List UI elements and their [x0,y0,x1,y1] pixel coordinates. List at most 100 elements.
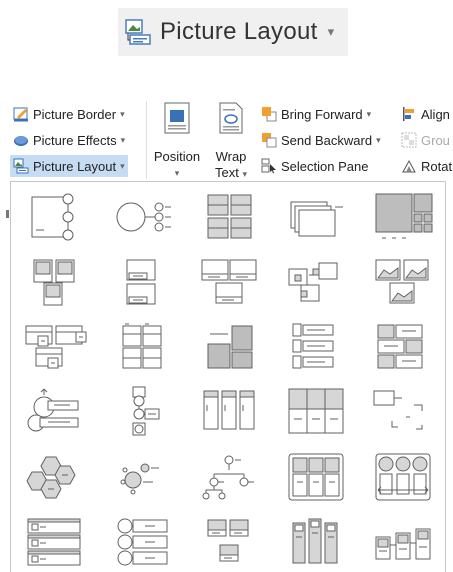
picture-accent-list-icon [132,386,159,435]
layout-option-bending-picture-semi-transparent-text[interactable] [359,249,446,314]
title-picture-blocks-icon [288,453,343,500]
picture-layout-icon [13,158,29,174]
chevron-down-icon: ▾ [120,134,126,145]
layout-option-circle-picture-hierarchy[interactable] [98,444,185,509]
picture-effects-label: Picture Effects [33,132,117,148]
bring-forward-button[interactable]: Bring Forward ▾ [258,103,374,125]
layout-option-picture-accent-process[interactable] [11,379,98,444]
circular-picture-callout-icon [116,202,171,231]
layout-option-hierarchy-pictures[interactable] [185,444,272,509]
layout-option-circular-picture-callout[interactable] [98,184,185,249]
circle-picture-hierarchy-icon [120,463,159,494]
picture-border-label: Picture Border [33,106,117,122]
layout-option-accented-picture[interactable] [11,249,98,314]
align-icon [403,107,414,121]
layout-option-picture-frame[interactable] [98,314,185,379]
rotate-label: Rotat [421,158,453,174]
layout-option-picture-accent-blocks[interactable] [272,509,359,572]
wrap-text-button[interactable]: Wrap Text ▾ [210,101,252,182]
wrap-text-second-line: Text ▾ [215,165,247,182]
picture-lineup-icon [375,193,432,238]
picture-effects-icon [14,136,28,146]
layout-option-hexagon-cluster[interactable] [11,444,98,509]
picture-caption-list-icon [25,325,86,368]
group-button[interactable]: Grou [398,129,453,151]
picture-layout-icon [125,19,151,45]
layout-option-framed-text-picture[interactable] [185,314,272,379]
picture-layout-banner[interactable]: Picture Layout ▾ [118,8,348,56]
alternating-picture-blocks-icon [377,324,422,368]
pencil-border-icon [13,107,28,122]
layout-option-bending-picture-caption[interactable] [185,249,272,314]
layout-option-vertical-picture-list[interactable] [272,314,359,379]
bending-picture-blocks-icon [288,262,337,301]
accented-picture-icon [33,259,74,305]
picture-border-button[interactable]: Picture Border ▾ [10,103,128,125]
layout-option-bending-picture-accent-list[interactable] [11,184,98,249]
layout-option-picture-strips[interactable] [359,444,446,509]
layout-option-bending-picture-blocks[interactable] [272,249,359,314]
group-icon [401,132,417,148]
format-ribbon: Picture Border ▾ Picture Effects ▾ Pictu… [0,97,453,181]
wrap-text-icon [219,102,243,134]
layout-option-ascending-picture-accent[interactable] [185,509,272,572]
hierarchy-pictures-icon [202,455,254,499]
vertical-picture-list-icon [292,323,333,368]
position-label: Position [153,149,201,164]
position-icon [164,102,190,134]
bending-picture-caption-icon [201,259,256,303]
layout-option-vertical-picture-accent-list[interactable] [185,379,272,444]
picture-strips-icon [375,453,430,500]
ascending-picture-accent-icon [207,519,248,561]
align-button[interactable]: Align [398,103,453,125]
layout-option-phased-process[interactable] [359,509,446,572]
title-picture-lineup-icon [288,388,343,433]
group-label: Grou [421,132,450,148]
send-backward-button[interactable]: Send Backward ▾ [258,129,384,151]
ribbon-separator [146,101,147,179]
chevron-down-icon: ▾ [120,108,125,119]
layout-option-picture-caption-list[interactable] [11,314,98,379]
layout-option-title-picture-blocks[interactable] [272,444,359,509]
chevron-down-icon: ▾ [376,134,381,145]
selection-pane-button[interactable]: Selection Pane [258,155,371,177]
chevron-down-icon: ▾ [120,160,125,171]
window-edge-mark [6,210,9,218]
layout-option-continuous-picture-list[interactable] [98,509,185,572]
picture-layout-gallery [10,181,446,572]
bring-forward-label: Bring Forward [281,106,363,122]
send-backward-label: Send Backward [281,132,373,148]
chevron-down-icon: ▾ [242,169,247,179]
rotate-button[interactable]: Rotat [398,155,453,177]
captioned-pictures-icon [126,259,155,304]
rotate-icon [402,159,416,173]
text-label: Text [215,165,239,180]
layout-option-title-picture-lineup[interactable] [272,379,359,444]
vertical-picture-accent-list-icon [203,390,254,429]
layout-option-picture-organization-chart[interactable] [359,379,446,444]
bending-picture-accent-list-icon [31,193,73,240]
layout-option-alternating-picture-blocks[interactable] [359,314,446,379]
layout-option-snapshot-picture-list[interactable] [272,184,359,249]
layout-option-picture-lineup[interactable] [359,184,446,249]
picture-effects-button[interactable]: Picture Effects ▾ [10,129,128,151]
picture-layout-button[interactable]: Picture Layout ▾ [10,155,128,177]
horizontal-picture-list-icon [27,518,80,565]
layout-option-captioned-pictures[interactable] [98,249,185,314]
wrap-label: Wrap [215,149,247,164]
framed-text-picture-icon [207,325,252,368]
picture-accent-process-icon [27,388,78,431]
layout-option-picture-accent-list[interactable] [98,379,185,444]
chevron-down-icon: ▾ [327,24,335,39]
bring-forward-icon [262,107,277,122]
picture-organization-chart-icon [373,390,422,429]
picture-grid-icon [207,194,251,238]
send-backward-icon [262,133,277,148]
phased-process-icon [375,528,430,559]
layout-option-horizontal-picture-list[interactable] [11,509,98,572]
continuous-picture-list-icon [117,518,167,565]
bending-picture-semi-transparent-text-icon [375,259,428,303]
layout-option-picture-grid[interactable] [185,184,272,249]
selection-pane-label: Selection Pane [281,158,369,174]
position-button[interactable]: Position ▾ [152,101,202,181]
